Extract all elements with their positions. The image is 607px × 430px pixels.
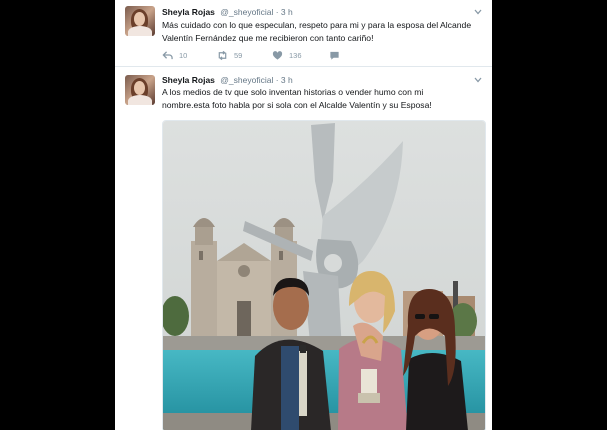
tweet-text-line: A los medios de tv que solo inventan his… (162, 87, 424, 97)
tweet[interactable]: Sheyla Rojas @_sheyoficial · 3 h Más cui… (115, 0, 492, 67)
like-button[interactable]: 136 (272, 50, 302, 61)
tweet-text: A los medios de tv que solo inventan his… (162, 86, 478, 111)
reply-button[interactable]: 10 (162, 50, 187, 61)
chevron-down-icon[interactable] (474, 77, 482, 83)
dm-button[interactable] (329, 50, 346, 61)
retweet-button[interactable]: 59 (217, 50, 242, 61)
author-name[interactable]: Sheyla Rojas (162, 7, 215, 17)
tweet-photo[interactable] (162, 120, 486, 430)
tweet-text: Más cuidado con lo que especulan, respet… (162, 19, 478, 44)
reply-count: 10 (179, 51, 188, 60)
tweet-text-line: Valentín Fernández que me recibieron con… (162, 32, 374, 43)
author-name[interactable]: Sheyla Rojas (162, 75, 215, 85)
retweet-icon (218, 50, 227, 61)
avatar[interactable] (125, 75, 155, 105)
retweet-count: 59 (234, 51, 243, 60)
tweet-time[interactable]: · 3 h (276, 75, 293, 85)
tweet-text-line: nombre.esta foto habla por si sola con e… (162, 99, 432, 110)
timeline: Sheyla Rojas @_sheyoficial · 3 h Más cui… (115, 0, 492, 430)
reply-icon (162, 51, 173, 60)
like-count: 136 (289, 51, 302, 60)
chevron-down-icon[interactable] (474, 9, 482, 15)
tweet[interactable]: Sheyla Rojas @_sheyoficial · 3 h A los m… (115, 67, 492, 430)
author-handle[interactable]: @_sheyoficial (220, 7, 273, 17)
like-icon (272, 51, 283, 60)
photo-image (163, 121, 485, 430)
tweet-header: Sheyla Rojas @_sheyoficial · 3 h (162, 7, 293, 17)
avatar[interactable] (125, 6, 155, 36)
dm-icon (330, 51, 339, 60)
tweet-header: Sheyla Rojas @_sheyoficial · 3 h (162, 75, 293, 85)
author-handle[interactable]: @_sheyoficial (220, 75, 273, 85)
tweet-time[interactable]: · 3 h (276, 7, 293, 17)
tweet-text-line: Más cuidado con lo que especulan, respet… (162, 20, 472, 30)
